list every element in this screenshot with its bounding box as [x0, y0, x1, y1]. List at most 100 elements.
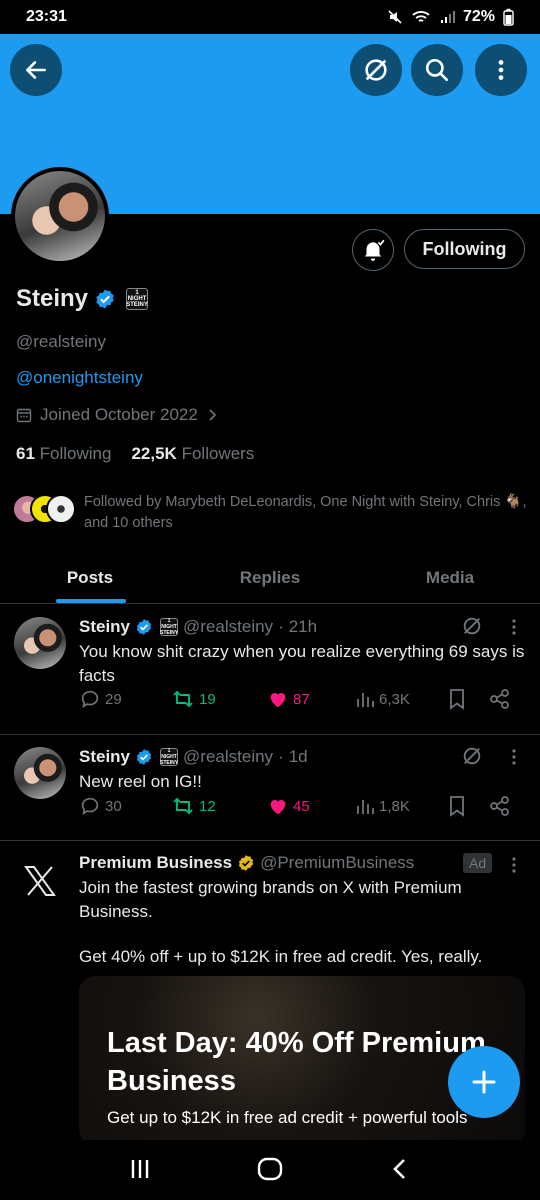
- bell-check-icon: [364, 239, 385, 261]
- grok-icon[interactable]: [461, 615, 483, 637]
- repost-count: 12: [199, 797, 216, 815]
- post-author-name[interactable]: Steiny: [79, 747, 130, 767]
- recent-apps-icon[interactable]: [128, 1157, 152, 1181]
- search-button[interactable]: [411, 44, 463, 96]
- more-vertical-icon[interactable]: [505, 617, 523, 637]
- followed-by-text: Followed by Marybeth DeLeonardis, One Ni…: [84, 494, 527, 531]
- profile-name-row: Steiny 1 NIGHT STEINY: [16, 285, 149, 313]
- back-nav-icon[interactable]: [390, 1157, 410, 1181]
- ad-header: Premium Business @PremiumBusiness: [79, 853, 414, 873]
- verified-badge-icon: [136, 749, 152, 765]
- post-text: You know shit crazy when you realize eve…: [79, 642, 525, 685]
- bookmark-icon[interactable]: [447, 795, 467, 817]
- grok-icon[interactable]: [461, 745, 483, 767]
- back-button[interactable]: [10, 44, 62, 96]
- battery-percent: 72%: [462, 8, 495, 25]
- bookmark-icon[interactable]: [447, 688, 467, 710]
- grok-icon: [365, 59, 387, 81]
- heart-icon: [270, 693, 286, 708]
- repost-button[interactable]: 12: [171, 795, 216, 817]
- ad-author-name[interactable]: Premium Business: [79, 853, 232, 873]
- follow-stats: 61 Following 22,5K Followers: [16, 444, 254, 464]
- profile-name: Steiny: [16, 285, 89, 312]
- like-button[interactable]: 45: [267, 795, 310, 817]
- reply-button[interactable]: 30: [79, 795, 122, 817]
- profile-link[interactable]: @onenightsteiny: [16, 368, 143, 388]
- views-button[interactable]: 6,3K: [355, 689, 410, 709]
- followed-by-avatars: [12, 492, 76, 526]
- plus-icon: [472, 1070, 496, 1094]
- reply-count: 30: [105, 797, 122, 815]
- joined-date[interactable]: Joined October 2022: [16, 405, 220, 425]
- post-avatar[interactable]: [14, 617, 66, 669]
- repost-count: 19: [199, 690, 216, 708]
- reply-count: 29: [105, 690, 122, 708]
- more-vertical-icon: [498, 60, 504, 80]
- post-handle: @realsteiny: [183, 617, 274, 636]
- heart-icon: [270, 800, 286, 815]
- mute-icon: [388, 10, 402, 24]
- profile-handle: @realsteiny: [16, 332, 107, 351]
- repost-button[interactable]: 19: [171, 688, 216, 710]
- status-bar: 23:31 72%: [0, 0, 540, 34]
- notifications-button[interactable]: [352, 229, 394, 271]
- profile-avatar[interactable]: [11, 167, 109, 265]
- verified-badge-icon[interactable]: [94, 288, 116, 310]
- ad-text: Join the fastest growing brands on X wit…: [79, 878, 462, 921]
- x-logo-icon[interactable]: [24, 866, 56, 896]
- following-button[interactable]: Following: [404, 229, 525, 269]
- views-count: 6,3K: [379, 690, 410, 708]
- compose-post-button[interactable]: [448, 1046, 520, 1118]
- views-icon: [357, 800, 374, 814]
- share-icon[interactable]: [489, 688, 511, 710]
- signal-icon: [440, 11, 455, 23]
- views-button[interactable]: 1,8K: [355, 796, 410, 816]
- battery-icon: [503, 8, 514, 26]
- ad-card-headline: Last Day: 40% Off Premium Business: [107, 1027, 486, 1097]
- post-time: 21h: [288, 617, 318, 636]
- followed-by-section[interactable]: Followed by Marybeth DeLeonardis, One Ni…: [12, 492, 532, 534]
- grok-button[interactable]: [350, 44, 402, 96]
- post-item[interactable]: Steiny 1 NIGHT STEINY @realsteiny · 21h …: [0, 605, 540, 735]
- views-count: 1,8K: [379, 797, 410, 815]
- views-icon: [357, 693, 374, 707]
- post-header: Steiny 1 NIGHT STEINY @realsteiny · 21h: [79, 617, 317, 637]
- post-text: New reel on IG!!: [79, 772, 202, 791]
- post-author-name[interactable]: Steiny: [79, 617, 130, 637]
- profile-tabs: Posts Replies Media: [0, 552, 540, 604]
- affiliate-badge: 1 NIGHT STEINY: [160, 748, 179, 766]
- more-options-button[interactable]: [475, 44, 527, 96]
- ad-text-offer: Get 40% off + up to $12K in free ad cred…: [79, 947, 483, 966]
- ad-label: Ad: [463, 853, 493, 873]
- like-button[interactable]: 87: [267, 688, 310, 710]
- like-count: 45: [293, 797, 310, 815]
- gold-verified-badge-icon: [238, 855, 254, 871]
- share-icon[interactable]: [489, 795, 511, 817]
- post-avatar[interactable]: [14, 747, 66, 799]
- tab-media[interactable]: Media: [360, 552, 540, 603]
- following-count: 61: [16, 444, 35, 463]
- post-separator: ·: [278, 617, 284, 636]
- tab-posts[interactable]: Posts: [0, 552, 180, 603]
- more-vertical-icon[interactable]: [505, 855, 523, 875]
- post-header: Steiny 1 NIGHT STEINY @realsteiny · 1d: [79, 747, 308, 767]
- ad-card-subtitle: Get up to $12K in free ad credit + power…: [107, 1108, 468, 1127]
- post-handle: @realsteiny: [183, 747, 274, 766]
- reply-icon: [81, 690, 99, 709]
- tab-replies[interactable]: Replies: [180, 552, 360, 603]
- reply-icon: [81, 797, 99, 816]
- following-stat[interactable]: 61 Following: [16, 444, 111, 464]
- chevron-right-icon: [209, 409, 216, 421]
- ad-handle: @PremiumBusiness: [260, 853, 415, 872]
- affiliate-badge[interactable]: 1 NIGHT STEINY: [126, 288, 149, 310]
- followers-count: 22,5K: [131, 444, 177, 463]
- reply-button[interactable]: 29: [79, 688, 122, 710]
- home-icon[interactable]: [256, 1157, 284, 1181]
- more-vertical-icon[interactable]: [505, 747, 523, 767]
- affiliate-badge: 1 NIGHT STEINY: [160, 618, 179, 636]
- post-item[interactable]: Steiny 1 NIGHT STEINY @realsteiny · 1d N…: [0, 735, 540, 841]
- followers-stat[interactable]: 22,5K Followers: [131, 444, 254, 464]
- joined-label: Joined October 2022: [40, 405, 198, 424]
- post-separator: ·: [278, 747, 284, 766]
- post-time: 1d: [288, 747, 308, 766]
